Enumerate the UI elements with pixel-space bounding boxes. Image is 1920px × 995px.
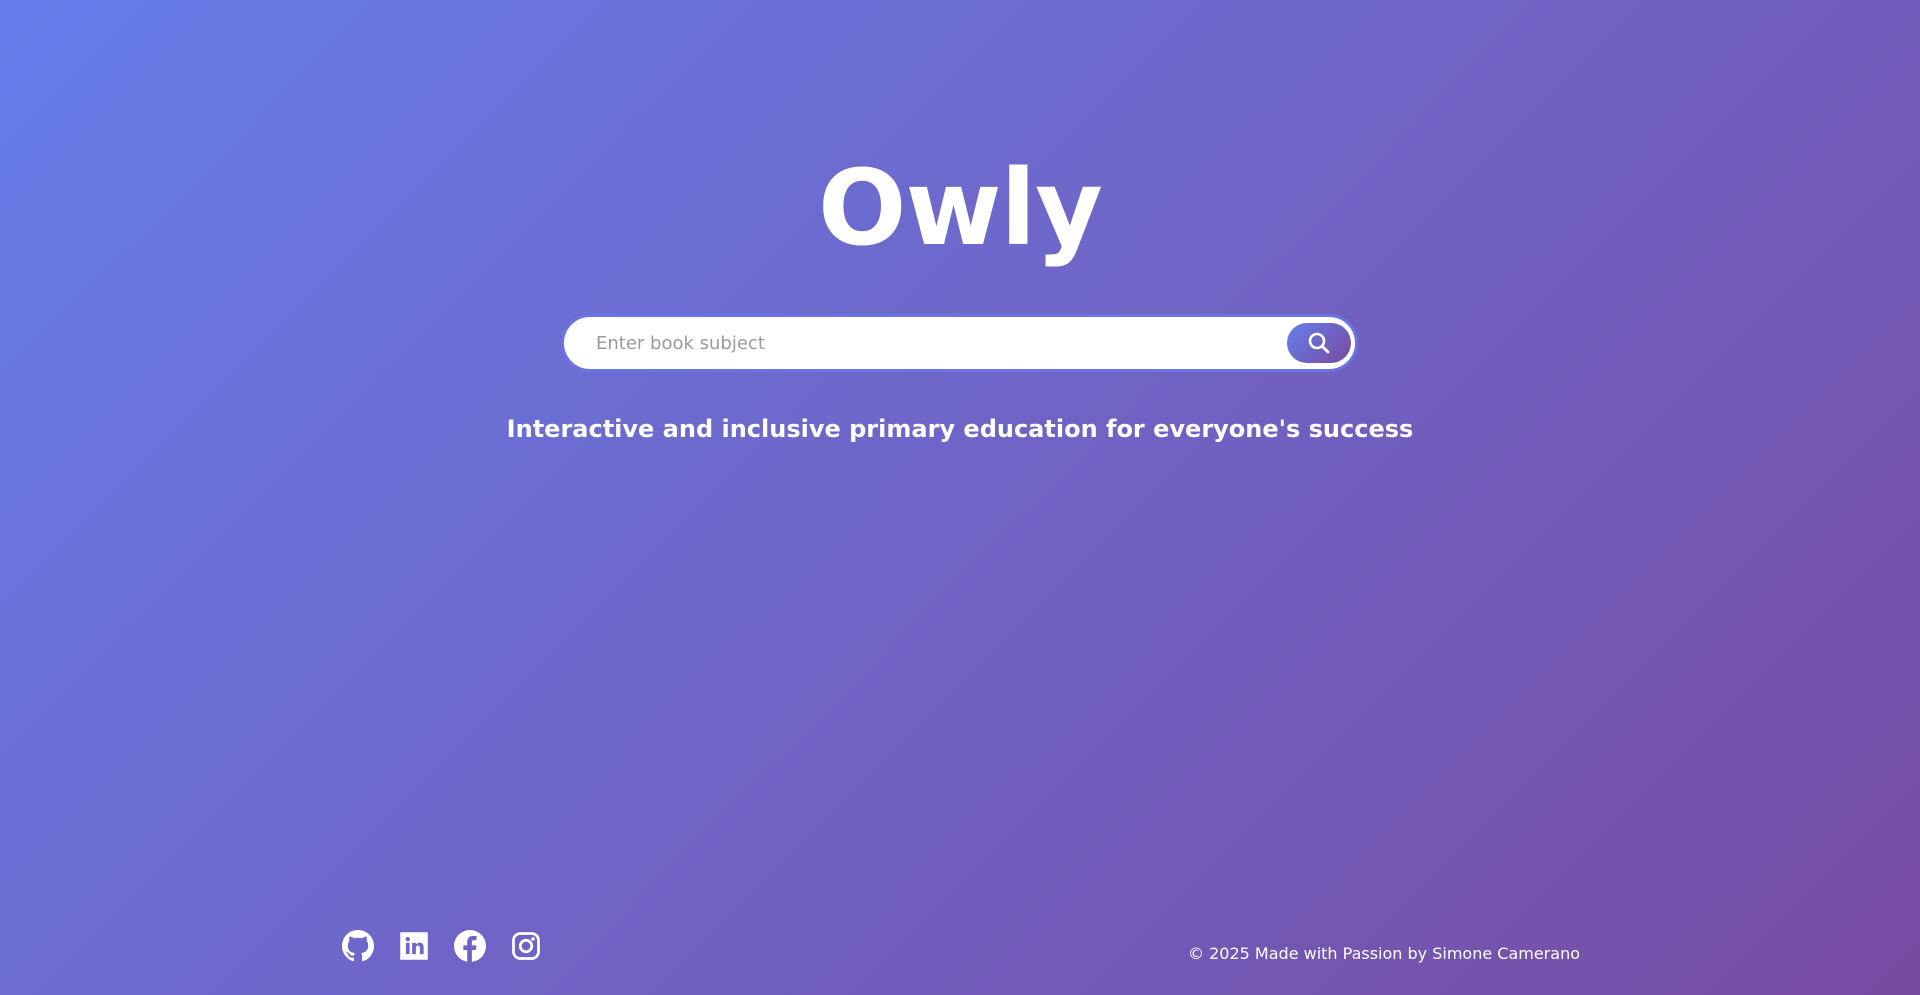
github-icon bbox=[342, 930, 374, 962]
facebook-link[interactable] bbox=[454, 930, 486, 962]
search-button[interactable] bbox=[1287, 323, 1351, 363]
instagram-link[interactable] bbox=[510, 930, 542, 962]
social-links bbox=[342, 930, 542, 962]
logo-title: Owly bbox=[818, 147, 1103, 269]
search-bar bbox=[561, 314, 1358, 372]
instagram-icon bbox=[511, 931, 541, 961]
facebook-icon bbox=[454, 930, 486, 962]
github-link[interactable] bbox=[342, 930, 374, 962]
search-input[interactable] bbox=[594, 322, 1287, 364]
linkedin-icon bbox=[399, 931, 429, 961]
tagline: Interactive and inclusive primary educat… bbox=[506, 415, 1414, 443]
search-icon bbox=[1307, 331, 1331, 355]
linkedin-link[interactable] bbox=[398, 930, 430, 962]
copyright-text: © 2025 Made with Passion by Simone Camer… bbox=[1188, 944, 1580, 963]
